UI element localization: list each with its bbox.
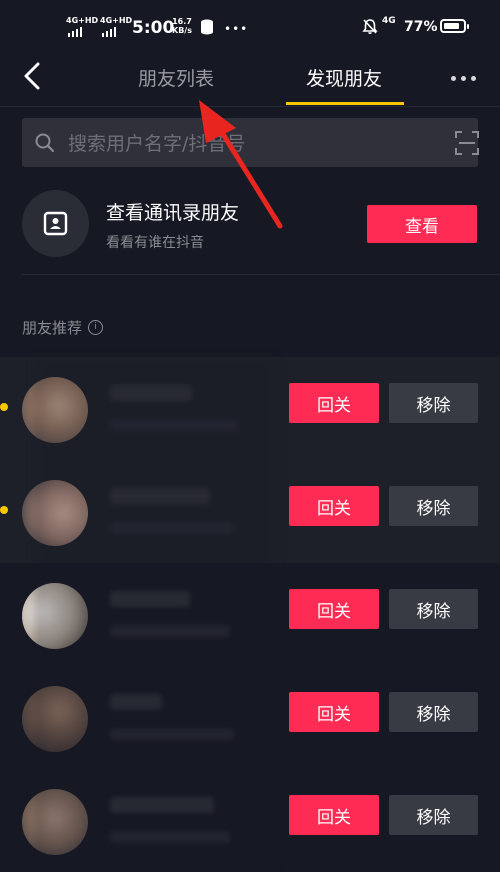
remove-button[interactable]: 移除 <box>389 383 478 423</box>
speed-value: 16.7 <box>172 17 192 26</box>
search-icon <box>35 133 55 153</box>
list-item[interactable]: 回关 移除 <box>0 666 500 769</box>
avatar[interactable] <box>22 480 88 546</box>
avatar[interactable] <box>22 583 88 649</box>
battery-icon <box>440 19 469 33</box>
list-item[interactable]: 回关 移除 <box>0 357 500 460</box>
info-icon[interactable]: i <box>88 320 104 335</box>
avatar[interactable] <box>22 377 88 443</box>
more-dots-icon[interactable] <box>451 68 491 88</box>
section-header: 朋友推荐 i <box>22 317 104 338</box>
follow-back-button[interactable]: 回关 <box>289 383 379 423</box>
follow-back-button[interactable]: 回关 <box>289 692 379 732</box>
speed-unit: KB/s <box>172 26 192 35</box>
unread-dot <box>0 403 8 411</box>
avatar[interactable] <box>22 686 88 752</box>
more-notifications-icon: ••• <box>224 22 249 36</box>
blurred-meta <box>110 625 230 637</box>
mute-bell-icon <box>362 19 378 34</box>
clock: 5:00 <box>132 18 175 38</box>
blurred-name <box>110 591 190 607</box>
follow-back-button[interactable]: 回关 <box>289 795 379 835</box>
network-speed: 16.7 KB/s <box>172 17 192 35</box>
blurred-meta <box>110 728 234 740</box>
contacts-entry: 查看通讯录朋友 看看有谁在抖音 查看 <box>0 186 500 274</box>
follow-back-button[interactable]: 回关 <box>289 486 379 526</box>
top-nav: 朋友列表 发现朋友 <box>0 56 500 107</box>
avatar[interactable] <box>22 789 88 855</box>
remove-button[interactable]: 移除 <box>389 589 478 629</box>
remove-button[interactable]: 移除 <box>389 486 478 526</box>
contacts-book-icon <box>43 211 68 236</box>
blurred-name <box>110 797 214 813</box>
list-item[interactable]: 回关 移除 <box>0 563 500 666</box>
battery-percent: 77% <box>404 19 438 35</box>
divider <box>22 274 500 275</box>
contacts-icon-circle <box>22 190 89 257</box>
unread-dot <box>0 506 8 514</box>
storage-icon <box>201 19 213 35</box>
contacts-title: 查看通讯录朋友 <box>106 202 240 224</box>
view-contacts-button[interactable]: 查看 <box>367 205 477 243</box>
blurred-name <box>110 385 192 401</box>
network-label-2: 4G+HD <box>100 16 133 25</box>
follow-back-button[interactable]: 回关 <box>289 589 379 629</box>
status-bar: 4G+HD 4G+HD 5:00 16.7 KB/s ••• 4G 77% <box>0 0 500 56</box>
list-item[interactable]: 回关 移除 <box>0 769 500 872</box>
network-label-1: 4G+HD <box>66 16 99 25</box>
back-icon[interactable] <box>14 56 54 96</box>
tab-discover-friends[interactable]: 发现朋友 <box>306 64 382 91</box>
search-bar[interactable] <box>22 118 480 167</box>
tab-friends-list[interactable]: 朋友列表 <box>138 64 214 91</box>
remove-button[interactable]: 移除 <box>389 692 478 732</box>
blurred-meta <box>110 831 230 843</box>
scan-icon[interactable] <box>454 130 480 156</box>
signal-icon <box>68 27 82 37</box>
contacts-subtitle: 看看有谁在抖音 <box>106 235 204 251</box>
blurred-meta <box>110 419 238 431</box>
lte-label: 4G <box>382 16 396 26</box>
blurred-name <box>110 488 210 504</box>
tab-active-indicator <box>286 102 404 105</box>
blurred-meta <box>110 522 234 534</box>
section-title: 朋友推荐 <box>22 319 83 337</box>
remove-button[interactable]: 移除 <box>389 795 478 835</box>
signal-icon-2 <box>102 27 116 37</box>
blurred-name <box>110 694 162 710</box>
search-input[interactable] <box>66 128 430 159</box>
list-item[interactable]: 回关 移除 <box>0 460 500 563</box>
